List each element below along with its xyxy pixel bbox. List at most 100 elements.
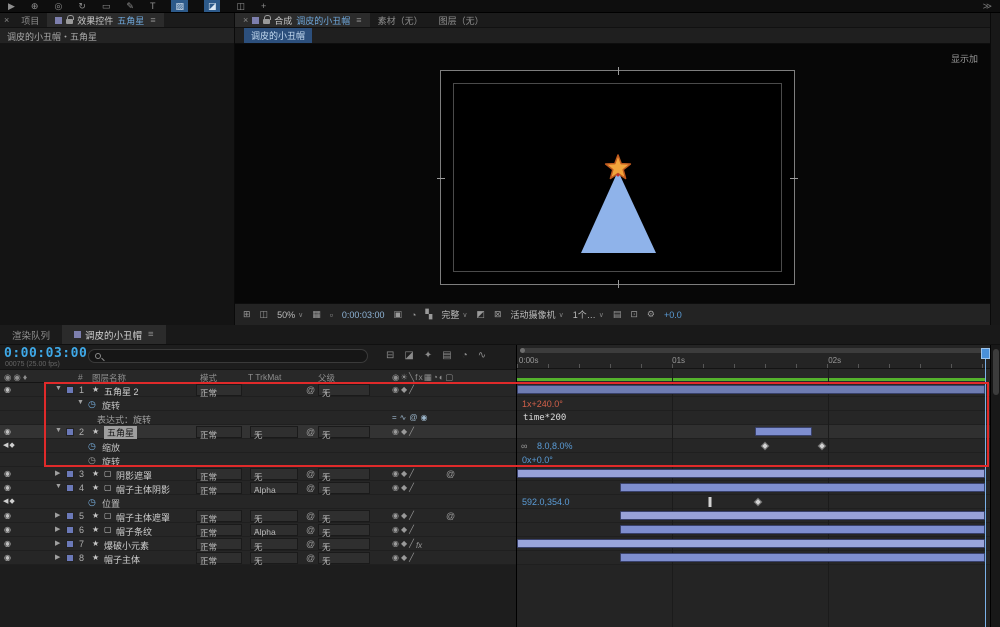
- layer-switches[interactable]: ◉◆╱: [392, 469, 416, 478]
- frame-blend-icon[interactable]: ▤: [442, 350, 451, 362]
- fast-preview-icon[interactable]: ◩: [476, 309, 485, 320]
- hand-tool-icon[interactable]: ⊕: [31, 0, 39, 12]
- toolbar-overflow-icon[interactable]: ≫: [983, 1, 992, 12]
- trkmat-select[interactable]: 无 ∨: [250, 468, 298, 482]
- parent-pickwhip-icon[interactable]: @: [306, 427, 315, 437]
- layer-expand-toggle[interactable]: ▶: [55, 511, 60, 519]
- keyframe-navigator[interactable]: ◀◆: [3, 441, 16, 449]
- layer-switches[interactable]: ◉◆╱: [392, 427, 416, 436]
- timeline-track-row[interactable]: [517, 425, 990, 439]
- keyframe[interactable]: [760, 441, 770, 451]
- orbit-tool-icon[interactable]: ↻: [78, 0, 86, 12]
- mode-select[interactable]: 正常 ∨: [196, 482, 242, 496]
- layer-row[interactable]: ◉ ▶ 5 ★ ▢ 帽子主体遮罩 正常 ∨ 无 ∨ @ 无 ∨ ◉◆╱ @: [0, 509, 516, 524]
- layer-color-label[interactable]: [66, 386, 74, 394]
- current-time-display[interactable]: 0:00:03:00: [4, 346, 87, 361]
- layer-duration-bar[interactable]: [517, 385, 985, 394]
- eraser-tool-icon[interactable]: ◫: [236, 0, 245, 12]
- layer-color-label[interactable]: [66, 526, 74, 534]
- layer-duration-bar[interactable]: [620, 553, 985, 562]
- layer-row[interactable]: ◉ ▶ 8 ★ 帽子主体 正常 ∨ 无 ∨ @ 无 ∨ ◉◆╱: [0, 551, 516, 566]
- layer-switches[interactable]: ◉◆╱: [392, 525, 416, 534]
- layer-expand-toggle[interactable]: ▼: [55, 483, 62, 490]
- keyframe[interactable]: [817, 441, 827, 451]
- layer-expand-toggle[interactable]: ▶: [55, 553, 60, 561]
- ruler-icon[interactable]: ◫: [260, 309, 269, 320]
- parent-pickwhip-icon[interactable]: @: [306, 385, 315, 395]
- timeline-track-row[interactable]: [517, 551, 990, 565]
- layer-search-input[interactable]: [88, 349, 368, 363]
- timeline-track-row[interactable]: [517, 537, 990, 551]
- tab-footage[interactable]: 素材（无）: [369, 13, 431, 27]
- mask-tool-icon[interactable]: ▭: [102, 0, 111, 12]
- mode-select[interactable]: 正常 ∨: [196, 426, 242, 440]
- monitor-icon[interactable]: ⊞: [243, 309, 251, 320]
- layer-switches[interactable]: ◉◆╱: [392, 553, 416, 562]
- tab-render-queue[interactable]: 渲染队列: [0, 325, 63, 344]
- timeline-right-scrollbar[interactable]: [990, 345, 1000, 627]
- shy-layers-icon[interactable]: ✦: [424, 350, 432, 362]
- property-expand-toggle[interactable]: ▼: [77, 399, 84, 406]
- effects-fx-icon[interactable]: fx: [416, 541, 422, 550]
- trkmat-select[interactable]: Alpha ∨: [250, 524, 298, 537]
- layer-expand-toggle[interactable]: ▼: [55, 385, 62, 392]
- layer-color-label[interactable]: [66, 470, 74, 478]
- expression-field-text[interactable]: time*200: [523, 413, 566, 423]
- tab-layer[interactable]: 图层（无）: [430, 13, 492, 27]
- layer-switches[interactable]: ◉◆╱: [392, 483, 416, 492]
- layer-row[interactable]: ◉ ▶ 6 ★ ▢ 帽子条纹 正常 ∨ Alpha ∨ @ 无 ∨ ◉◆╱: [0, 523, 516, 538]
- tab-close-icon[interactable]: ×: [243, 15, 248, 25]
- property-row[interactable]: ◷ 旋转: [0, 453, 516, 467]
- parent-pickwhip-icon[interactable]: @: [306, 483, 315, 493]
- draft-3d-icon[interactable]: ◪: [404, 350, 413, 362]
- layer-duration-bar[interactable]: [620, 525, 985, 534]
- parent-pickwhip-icon[interactable]: @: [306, 553, 315, 563]
- timeline-track-row[interactable]: 1x+240.0°: [517, 397, 990, 411]
- parent-select[interactable]: 无 ∨: [318, 552, 370, 566]
- panel-close-icon[interactable]: ×: [0, 13, 13, 27]
- property-value[interactable]: 1x+240.0°: [522, 399, 563, 409]
- zoom-tool-icon[interactable]: ◎: [54, 0, 62, 12]
- layer-duration-bar[interactable]: [517, 539, 985, 548]
- timeline-track-row[interactable]: [517, 383, 990, 397]
- layer-visibility-toggle[interactable]: ◉: [4, 385, 11, 394]
- type-tool-icon[interactable]: T: [150, 0, 156, 12]
- comp-right-scrollbar[interactable]: [990, 13, 1000, 325]
- layer-color-label[interactable]: [66, 512, 74, 520]
- layer-visibility-toggle[interactable]: ◉: [4, 525, 11, 534]
- layer-color-label[interactable]: [66, 428, 74, 436]
- layer-color-label[interactable]: [66, 540, 74, 548]
- timeline-track-row[interactable]: [517, 467, 990, 481]
- time-navigator-bar[interactable]: [520, 348, 987, 353]
- timeline-track-row[interactable]: [517, 523, 990, 537]
- tab-effect-controls[interactable]: 效果控件 五角星 ≡: [47, 13, 164, 27]
- keyframe[interactable]: [753, 497, 763, 507]
- pen-tool-icon[interactable]: ✎: [126, 0, 134, 12]
- layer-extra-icon[interactable]: @: [446, 469, 455, 479]
- layer-switches[interactable]: ◉◆╱: [392, 511, 416, 520]
- property-row[interactable]: ▼ ◷ 旋转: [0, 397, 516, 411]
- selection-tool-icon[interactable]: ▶: [8, 0, 15, 12]
- parent-select[interactable]: 无 ∨: [318, 426, 370, 440]
- property-row[interactable]: ◀◆ ◷ 缩放: [0, 439, 516, 453]
- region-of-interest-icon[interactable]: ▫: [330, 310, 333, 320]
- layer-row[interactable]: ◉ ▼ 2 ★ 五角星 正常 ∨ 无 ∨ @ 无 ∨ ◉◆╱: [0, 425, 516, 440]
- mode-select[interactable]: 正常 ∨: [196, 538, 242, 552]
- show-snapshot-icon[interactable]: ◔: [411, 310, 416, 320]
- trkmat-select[interactable]: 无 ∨: [250, 552, 298, 566]
- timeline-track-row[interactable]: [517, 509, 990, 523]
- layer-visibility-toggle[interactable]: ◉: [4, 427, 11, 436]
- keyframe[interactable]: [708, 497, 712, 507]
- timeline-track-row[interactable]: 0x+0.0°: [517, 453, 990, 467]
- layer-row[interactable]: ◉ ▼ 1 ★ 五角星 2 正常 ∨ @ 无 ∨ ◉◆╱: [0, 383, 516, 398]
- channels-icon[interactable]: ⊡: [630, 309, 638, 320]
- timeline-track-row[interactable]: ∞ 8.0,8.0%: [517, 439, 990, 453]
- trkmat-select[interactable]: 无 ∨: [250, 538, 298, 552]
- layer-color-label[interactable]: [66, 484, 74, 492]
- grid-guides-icon[interactable]: ▦: [312, 309, 321, 320]
- layer-extra-icon[interactable]: @: [446, 511, 455, 521]
- comp-navigator-chip[interactable]: 调皮的小丑帽: [244, 28, 313, 43]
- puppet-tool-icon[interactable]: +: [261, 0, 266, 12]
- parent-select[interactable]: 无 ∨: [318, 524, 370, 538]
- transparency-grid-icon[interactable]: ▚: [425, 309, 432, 320]
